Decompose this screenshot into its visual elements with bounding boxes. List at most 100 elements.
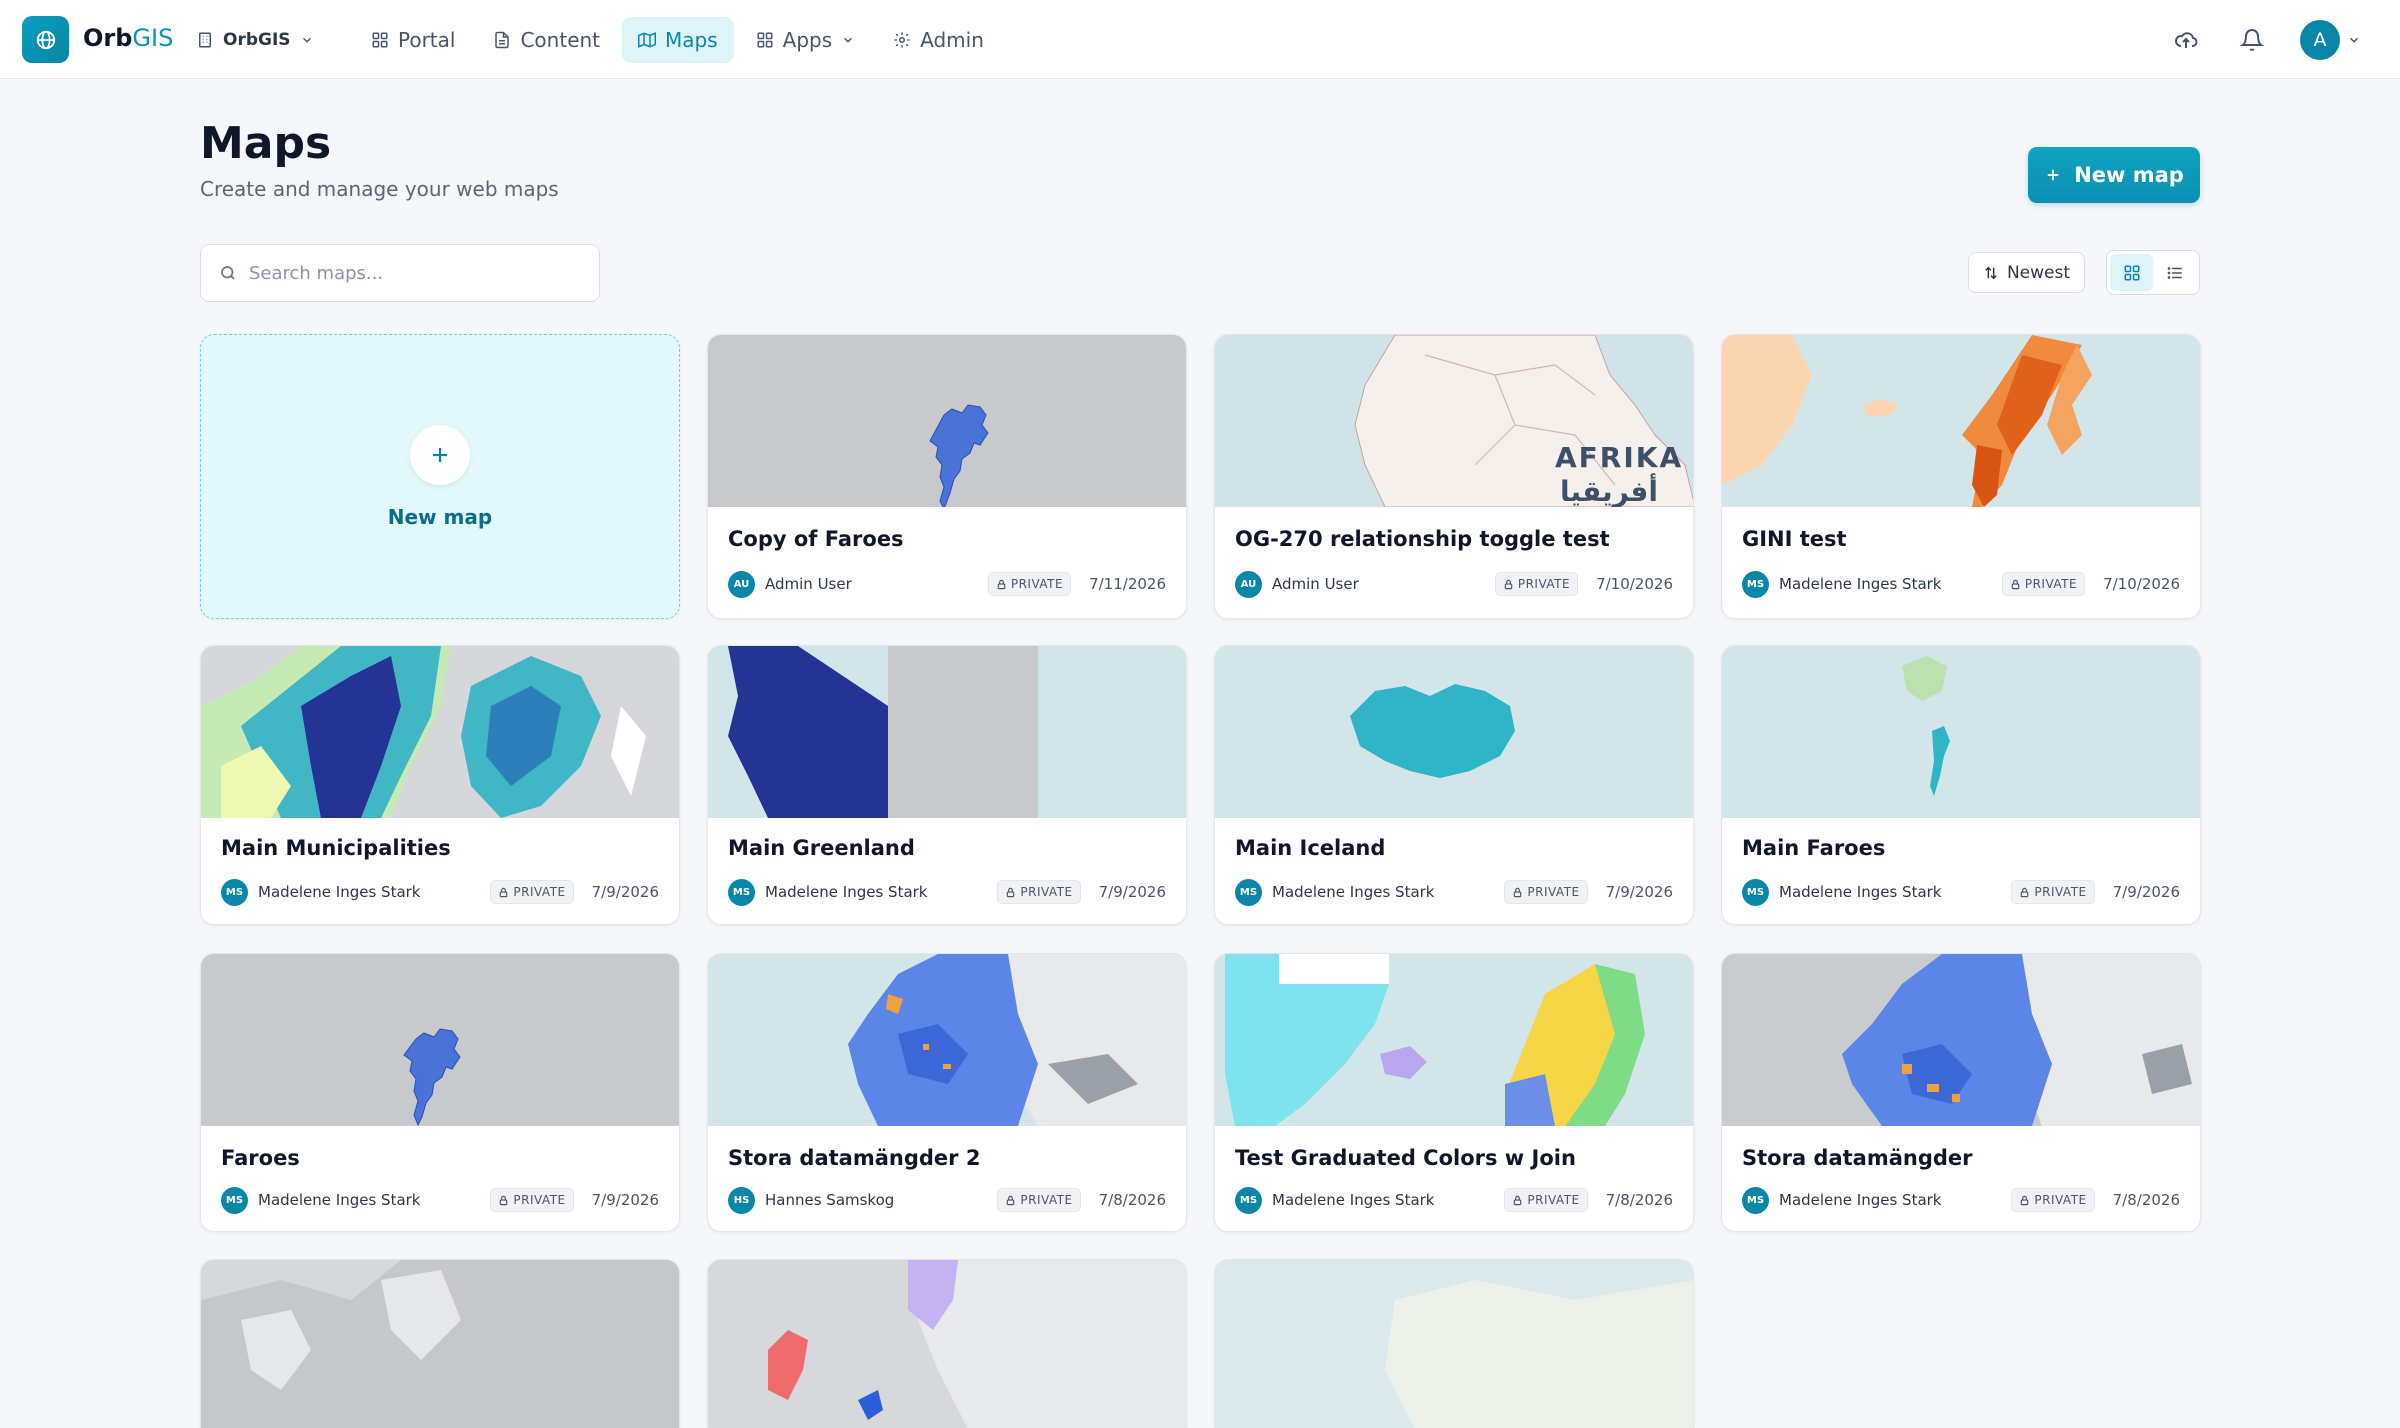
map-meta: AU Admin User PRIVATE 7/11/2026 (728, 570, 1166, 598)
map-thumbnail (1722, 646, 2200, 818)
map-card[interactable]: Main Faroes MS Madelene Inges Stark PRIV… (1721, 645, 2201, 925)
nav-label: Admin (920, 28, 984, 52)
lock-icon (1007, 887, 1015, 897)
new-map-card-label: New map (387, 504, 493, 529)
building-icon (199, 32, 211, 48)
search-input[interactable] (249, 262, 569, 284)
owner-avatar: MS (1742, 570, 1769, 598)
new-map-button[interactable]: New map (2028, 147, 2200, 203)
chevron-down-icon (302, 37, 311, 43)
map-thumbnail (708, 954, 1186, 1126)
visibility-badge: PRIVATE (987, 572, 1072, 596)
map-meta: MS Madelene Inges Stark PRIVATE 7/9/2026 (728, 878, 1166, 906)
map-card[interactable]: GINI test MS Madelene Inges Stark PRIVAT… (1721, 334, 2201, 619)
map-card[interactable] (707, 1259, 1187, 1428)
owner-avatar: MS (221, 1186, 248, 1214)
map-date: 7/8/2026 (1605, 1191, 1673, 1209)
map-card[interactable]: Stora datamängder MS Madelene Inges Star… (1721, 953, 2201, 1232)
lock-icon (2021, 887, 2029, 897)
list-view-button[interactable] (2153, 254, 2196, 291)
owner-avatar: MS (221, 878, 248, 906)
map-meta: MS Madelene Inges Stark PRIVATE 7/8/2026 (1235, 1186, 1673, 1214)
lock-icon (500, 887, 508, 897)
nav-label: Apps (782, 28, 833, 52)
owner-avatar: MS (1235, 878, 1262, 906)
owner-avatar: MS (728, 878, 755, 906)
map-card[interactable]: Stora datamängder 2 HS Hannes Samskog PR… (707, 953, 1187, 1232)
lock-icon (500, 1195, 508, 1205)
grid-view-button[interactable] (2110, 254, 2153, 291)
list-view-icon (2167, 266, 2182, 279)
chevron-down-icon[interactable] (2345, 26, 2363, 54)
new-map-card[interactable]: New map (200, 334, 680, 619)
map-card[interactable]: Copy of Faroes AU Admin User PRIVATE 7/1… (707, 334, 1187, 619)
map-thumbnail (1215, 954, 1693, 1126)
map-label-afrika: AFRIKA / (1555, 441, 1693, 474)
map-date: 7/10/2026 (1596, 575, 1673, 593)
map-date: 7/9/2026 (2112, 883, 2180, 901)
search-box (200, 244, 600, 302)
map-title: Stora datamängder 2 (728, 1146, 981, 1170)
visibility-badge: PRIVATE (490, 880, 574, 904)
user-avatar[interactable]: A (2300, 20, 2340, 60)
map-thumbnail (708, 335, 1186, 507)
nav-content[interactable]: Content (477, 17, 616, 63)
map-meta: AU Admin User PRIVATE 7/10/2026 (1235, 570, 1673, 598)
visibility-badge: PRIVATE (1504, 880, 1588, 904)
lock-icon (1504, 579, 1513, 589)
cloud-upload-icon[interactable] (2172, 26, 2200, 54)
map-card[interactable]: Faroes MS Madelene Inges Stark PRIVATE 7… (200, 953, 680, 1232)
lock-icon (2021, 1195, 2029, 1205)
map-card[interactable]: Main Greenland MS Madelene Inges Stark P… (707, 645, 1187, 925)
map-thumbnail (1215, 646, 1693, 818)
map-card[interactable] (1214, 1259, 1694, 1428)
map-thumbnail (1722, 954, 2200, 1126)
map-title: GINI test (1742, 527, 1847, 551)
lock-icon (2011, 579, 2020, 589)
map-meta: MS Madelene Inges Stark PRIVATE 7/9/2026 (1742, 878, 2180, 906)
visibility-badge: PRIVATE (1504, 1188, 1588, 1212)
owner-avatar: MS (1235, 1186, 1262, 1214)
sort-arrows-icon (1985, 266, 1997, 279)
map-date: 7/10/2026 (2103, 575, 2180, 593)
nav-portal[interactable]: Portal (355, 17, 471, 63)
visibility-badge: PRIVATE (490, 1188, 574, 1212)
owner-name: Madelene Inges Stark (258, 1191, 421, 1209)
map-title: Test Graduated Colors w Join (1235, 1146, 1576, 1170)
owner-avatar: MS (1742, 878, 1769, 906)
sort-button[interactable]: Newest (1968, 252, 2085, 293)
nav-maps[interactable]: Maps (622, 17, 734, 63)
map-title: Main Iceland (1235, 836, 1386, 860)
grid-view-icon (2124, 265, 2139, 280)
document-icon (495, 31, 510, 49)
map-thumbnail (201, 646, 679, 818)
brand-name: OrbGIS (83, 24, 174, 52)
map-thumbnail (1722, 335, 2200, 507)
visibility-badge: PRIVATE (997, 1188, 1081, 1212)
map-title: Main Greenland (728, 836, 915, 860)
map-card[interactable] (200, 1259, 680, 1428)
map-title: Main Municipalities (221, 836, 451, 860)
map-card[interactable]: Main Municipalities MS Madelene Inges St… (200, 645, 680, 925)
main-nav: Portal Content Maps Apps Admin (355, 17, 1000, 63)
map-card[interactable]: Test Graduated Colors w Join MS Madelene… (1214, 953, 1694, 1232)
nav-apps[interactable]: Apps (740, 17, 872, 63)
map-date: 7/8/2026 (1098, 1191, 1166, 1209)
map-label-arabic: أفريقيا (1560, 473, 1658, 507)
notification-bell-icon[interactable] (2238, 26, 2266, 54)
lock-icon (1007, 1195, 1015, 1205)
owner-avatar: HS (728, 1186, 755, 1214)
organization-switcher[interactable]: OrbGIS (196, 26, 314, 54)
orbgis-logo-icon[interactable] (22, 16, 69, 63)
map-thumbnail (708, 646, 1186, 818)
nav-admin[interactable]: Admin (877, 17, 1000, 63)
organization-name: OrbGIS (223, 30, 291, 50)
map-card[interactable]: Main Iceland MS Madelene Inges Stark PRI… (1214, 645, 1694, 925)
owner-name: Madelene Inges Stark (1272, 1191, 1435, 1209)
map-thumbnail: AFRIKA / أفريقيا (1215, 335, 1693, 507)
lock-icon (997, 579, 1006, 589)
owner-name: Admin User (765, 575, 852, 593)
map-card[interactable]: AFRIKA / أفريقيا OG-270 relationship tog… (1214, 334, 1694, 619)
map-title: Faroes (221, 1146, 300, 1170)
nav-label: Portal (398, 28, 456, 52)
